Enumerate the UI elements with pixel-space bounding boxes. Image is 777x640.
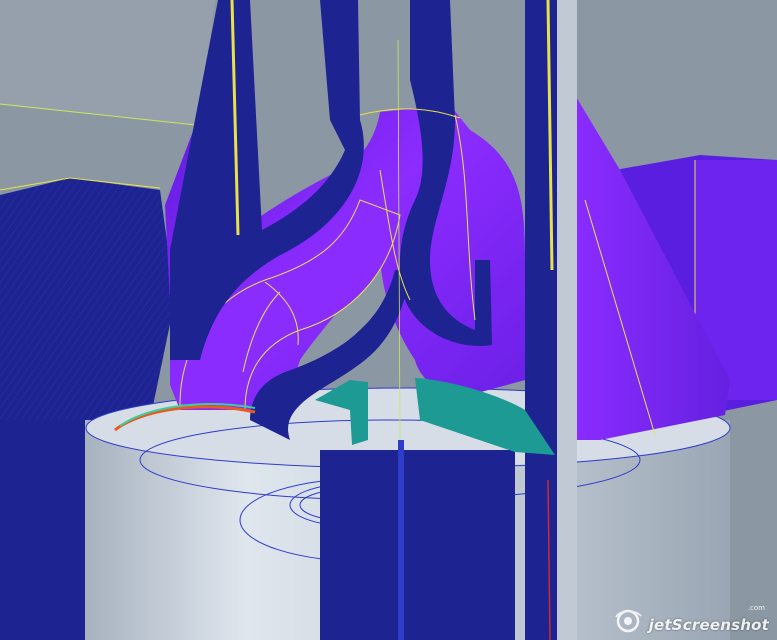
left-block xyxy=(0,178,175,420)
left-block-lower xyxy=(0,420,95,640)
watermark-brand: jetScreenshot xyxy=(648,616,769,634)
camera-swirl-icon xyxy=(615,609,642,633)
cad-viewport[interactable]: jetScreenshot .com xyxy=(0,0,777,640)
lower-column xyxy=(320,450,515,640)
floor-plane xyxy=(0,0,215,125)
center-shaft-edge xyxy=(557,0,577,640)
watermark: jetScreenshot .com xyxy=(611,604,769,634)
center-shaft xyxy=(525,0,557,640)
watermark-suffix: .com xyxy=(747,604,765,612)
cad-3d-scene xyxy=(0,0,777,640)
lower-column-edge xyxy=(398,440,404,640)
